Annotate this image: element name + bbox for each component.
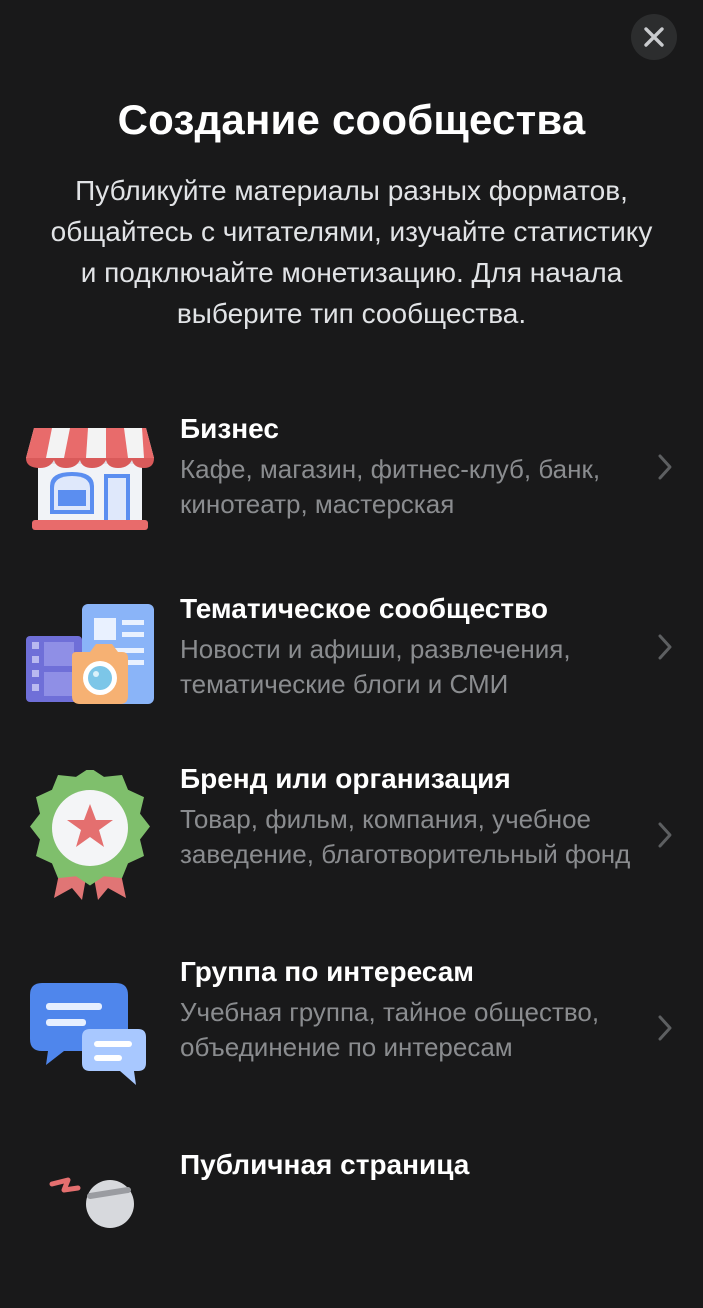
page-subtitle: Публикуйте материалы разных форматов, об…	[50, 175, 653, 329]
community-type-description: Кафе, магазин, фитнес-клуб, банк, киноте…	[180, 454, 601, 519]
community-type-title: Бренд или организация	[180, 763, 511, 794]
community-type-title: Тематическое сообщество	[180, 593, 549, 624]
store-icon	[26, 428, 154, 530]
media-icon	[26, 604, 154, 704]
public-page-icon	[49, 1177, 134, 1228]
community-type-title: Публичная страница	[180, 1149, 470, 1180]
chevron-right-icon	[658, 1015, 672, 1041]
community-type-interest-group[interactable]: Группа по интересам Учебная группа, тайн…	[0, 955, 703, 1105]
community-type-description: Учебная группа, тайное общество, объедин…	[180, 997, 600, 1062]
community-type-brand[interactable]: Бренд или организация Товар, фильм, комп…	[0, 762, 703, 912]
chat-icon	[30, 983, 146, 1085]
close-icon	[644, 27, 664, 47]
community-type-title: Бизнес	[180, 413, 279, 444]
community-type-public-page[interactable]: Публичная страница	[0, 1148, 703, 1228]
community-type-business[interactable]: Бизнес Кафе, магазин, фитнес-клуб, банк,…	[0, 412, 703, 538]
community-type-description: Новости и афиши, развлечения, тематическ…	[180, 634, 571, 699]
badge-icon	[30, 770, 150, 900]
community-type-description: Товар, фильм, компания, учебное заведени…	[180, 804, 631, 869]
community-type-title: Группа по интересам	[180, 956, 474, 987]
page-title: Создание сообщества	[117, 96, 586, 143]
chevron-right-icon	[658, 454, 672, 480]
close-button[interactable]	[631, 14, 677, 60]
community-type-thematic[interactable]: Тематическое сообщество Новости и афиши,…	[0, 592, 703, 718]
chevron-right-icon	[658, 634, 672, 660]
chevron-right-icon	[658, 822, 672, 848]
